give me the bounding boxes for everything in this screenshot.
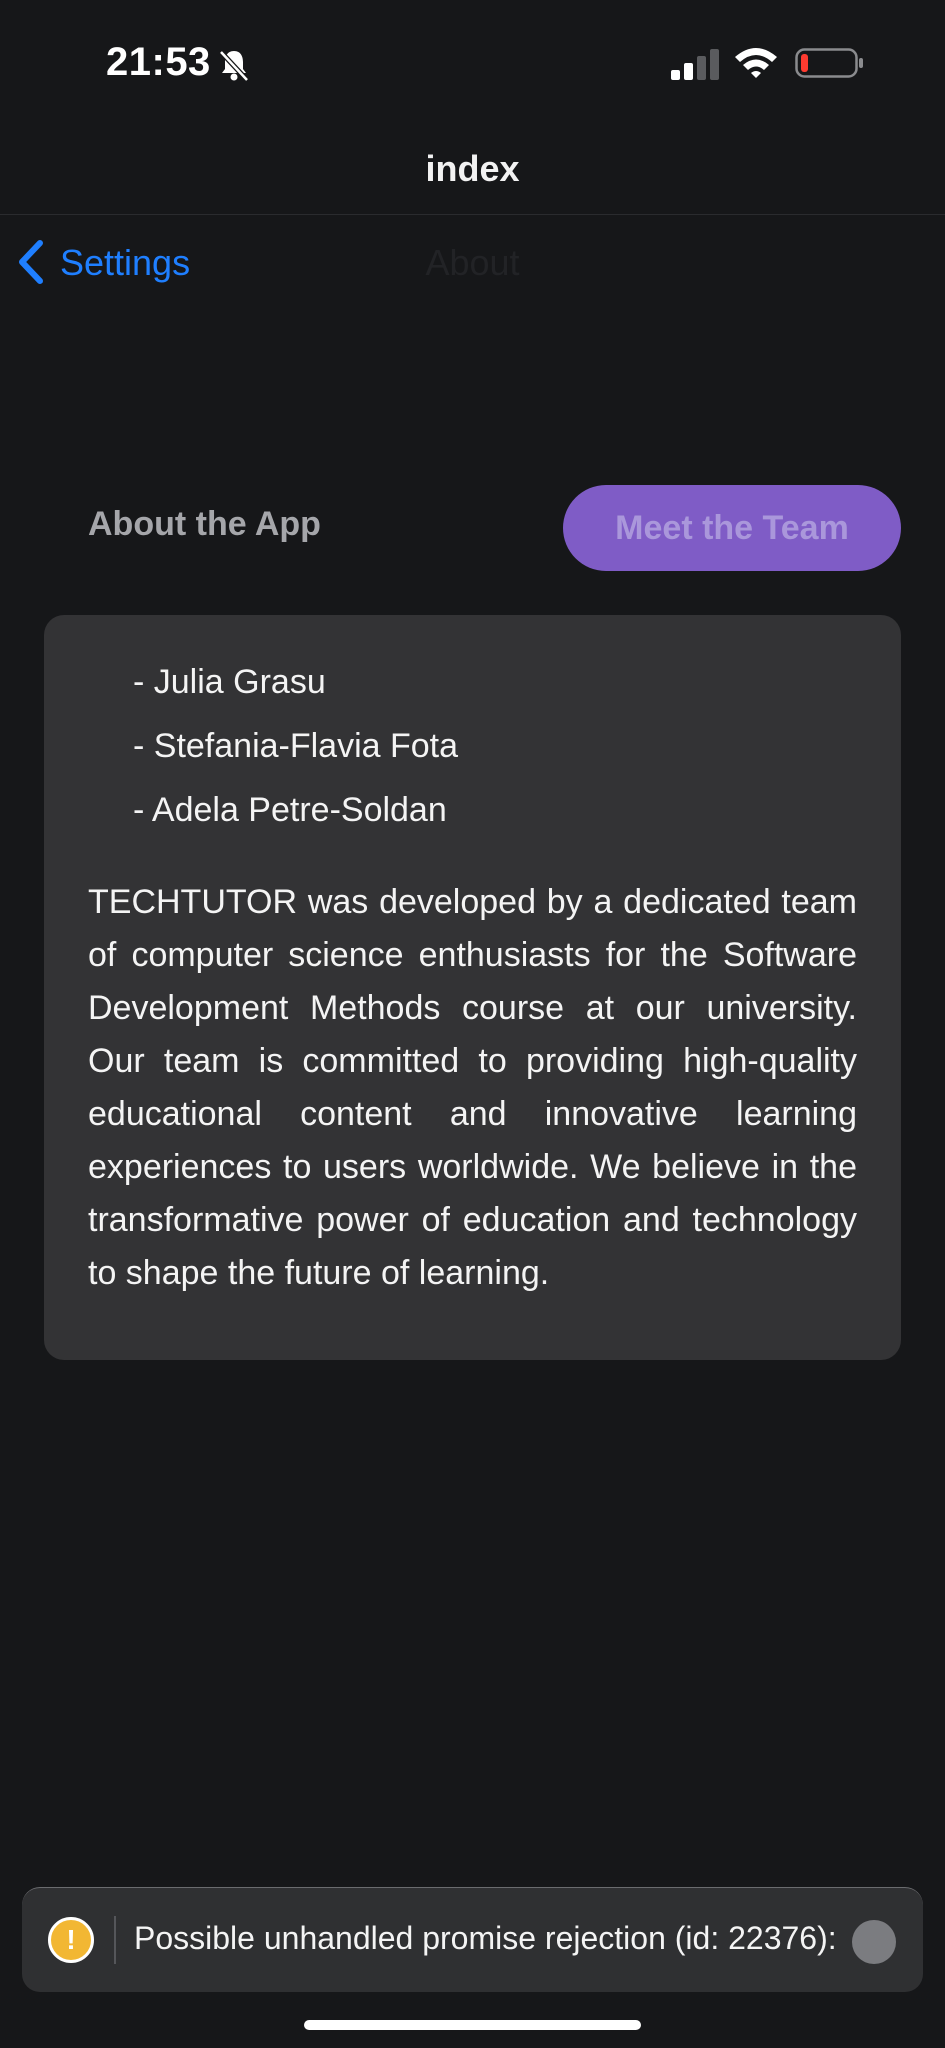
home-indicator[interactable] [304, 2020, 641, 2030]
error-toast[interactable]: ! Possible unhandled promise rejection (… [22, 1887, 923, 1992]
warning-icon: ! [48, 1917, 94, 1963]
signal-icon [671, 49, 719, 80]
bell-slash-icon [219, 50, 249, 82]
status-bar: 21:53 [0, 0, 945, 120]
team-member-list: - Julia Grasu - Stefania-Flavia Fota - A… [133, 662, 458, 854]
toast-divider [114, 1916, 116, 1964]
wifi-icon [735, 48, 777, 78]
toast-message[interactable]: Possible unhandled promise rejection (id… [134, 1920, 837, 1957]
team-member: - Adela Petre-Soldan [133, 791, 447, 829]
team-member: - Julia Grasu [133, 663, 326, 701]
team-description: TECHTUTOR was developed by a dedicated t… [88, 883, 857, 1292]
tab-meet-the-team[interactable]: Meet the Team [563, 485, 901, 571]
team-member: - Stefania-Flavia Fota [133, 727, 459, 765]
dismiss-button[interactable] [852, 1920, 896, 1964]
back-navigation-row: Settings About [0, 215, 945, 311]
tab-about-the-app[interactable]: About the App [88, 505, 321, 544]
faded-screen-title: About [425, 242, 520, 283]
navigation-header: index [0, 120, 945, 215]
status-time: 21:53 [106, 40, 211, 84]
page-title: index [425, 148, 520, 189]
battery-low-icon [795, 48, 863, 78]
